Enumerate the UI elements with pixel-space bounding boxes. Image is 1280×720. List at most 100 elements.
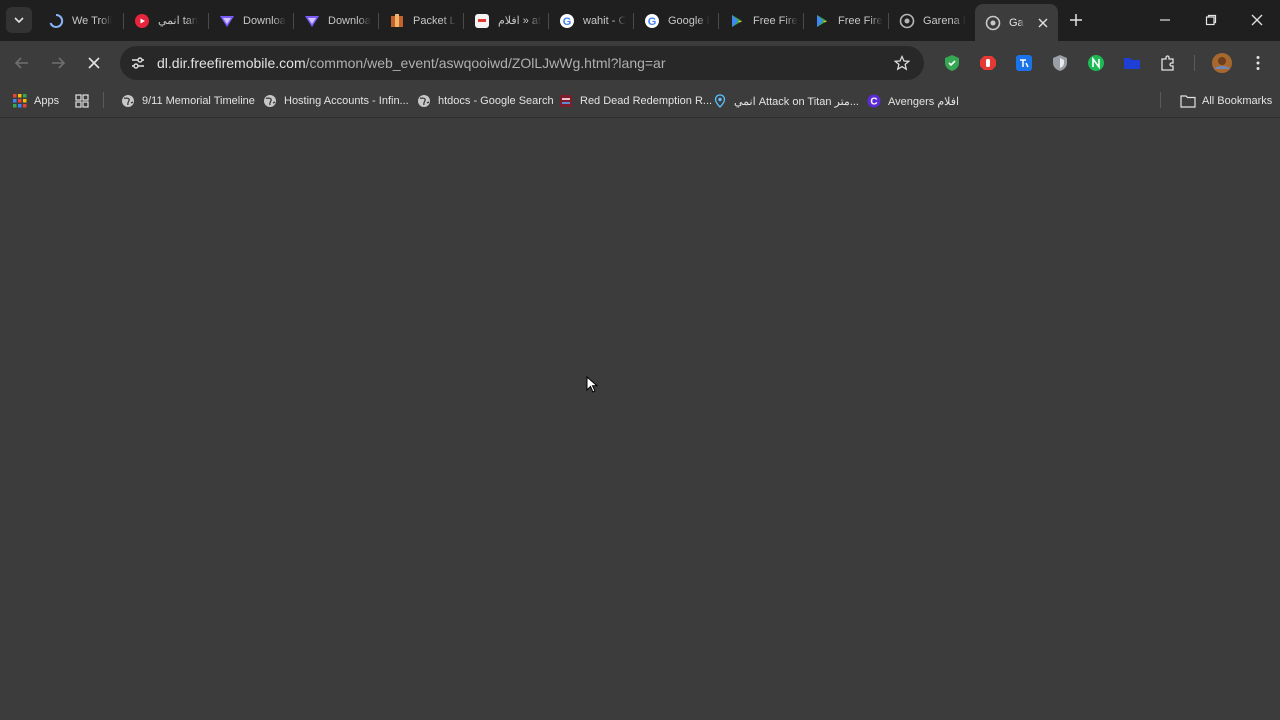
tab-search-button[interactable]	[6, 7, 32, 33]
tab-title: Free Fire	[753, 14, 798, 27]
google-play-icon	[729, 13, 745, 29]
bookmark-star-button[interactable]	[892, 53, 912, 73]
tab-youtube[interactable]: انمي tan	[124, 4, 208, 37]
apps-grid-icon	[12, 93, 28, 109]
tab-packet[interactable]: Packet L	[379, 4, 463, 37]
stop-hand-icon	[980, 56, 996, 70]
browser-menu-button[interactable]	[1248, 53, 1268, 73]
close-icon	[88, 57, 100, 69]
tab-title: افلام » at	[498, 15, 542, 27]
loading-spinner-icon	[48, 13, 64, 29]
url-domain: dl.dir.freefiremobile.com	[157, 55, 306, 71]
svg-text:C: C	[870, 97, 877, 108]
bookmark-label: Hosting Accounts - Infin...	[284, 95, 409, 107]
bookmark-item[interactable]: Red Dead Redemption R...	[558, 92, 712, 110]
chevron-down-icon	[14, 17, 24, 24]
bookmark-label: Red Dead Redemption R...	[580, 95, 713, 107]
extensions-menu-button[interactable]	[1158, 53, 1178, 73]
tab-free-fire-2[interactable]: Free Fire	[804, 4, 888, 37]
all-bookmarks-button[interactable]: All Bookmarks	[1180, 92, 1272, 110]
back-button[interactable]	[10, 51, 34, 75]
bookmark-item[interactable]: htdocs - Google Search	[416, 92, 554, 110]
tab-google[interactable]: G Google I	[634, 4, 718, 37]
restore-icon	[1205, 14, 1217, 26]
tab-title: انمي tan	[158, 15, 199, 27]
google-icon: G	[559, 13, 575, 29]
toolbar-divider	[1194, 55, 1195, 71]
bookmark-label: All Bookmarks	[1202, 95, 1273, 107]
tab-wahit[interactable]: G wahit - C	[549, 4, 633, 37]
bookmark-apps[interactable]: Apps	[12, 92, 59, 110]
arrow-left-icon	[14, 57, 28, 69]
tune-icon	[132, 57, 144, 69]
site-icon	[474, 13, 490, 29]
new-tab-button[interactable]	[1066, 10, 1086, 30]
garena-icon	[985, 15, 1001, 31]
more-vertical-icon	[1256, 56, 1260, 70]
bookmark-item[interactable]: انمي Attack on Titan متر...	[712, 92, 859, 110]
close-icon	[1038, 18, 1048, 27]
tab-garena-active[interactable]: Gar	[975, 4, 1058, 41]
tab-we-troll[interactable]: We Troll	[38, 4, 122, 37]
shield-icon	[1053, 55, 1067, 71]
globe-icon	[262, 93, 278, 109]
tab-download-2[interactable]: Downloa	[294, 4, 378, 37]
c-logo-icon: C	[866, 93, 882, 109]
minimize-button[interactable]	[1153, 8, 1177, 32]
extension-blue-puzzle[interactable]	[1014, 53, 1034, 73]
extension-shield-grey[interactable]	[1050, 53, 1070, 73]
close-icon	[1251, 14, 1263, 26]
bookmark-label: Avengers افلام	[888, 95, 960, 108]
proton-vpn-icon	[219, 13, 235, 29]
bookmark-item[interactable]: 9/11 Memorial Timeline	[120, 92, 255, 110]
tab-download-1[interactable]: Downloa	[209, 4, 293, 37]
extension-green-n[interactable]	[1086, 53, 1106, 73]
mouse-cursor	[586, 375, 599, 399]
tab-close-button[interactable]	[1038, 18, 1048, 28]
svg-text:G: G	[563, 16, 572, 28]
tab-free-fire-1[interactable]: Free Fire	[719, 4, 803, 37]
profile-avatar-button[interactable]	[1211, 52, 1233, 74]
grid-icon	[74, 93, 90, 109]
tab-title: Packet L	[413, 14, 456, 27]
google-play-icon	[814, 13, 830, 29]
bookmark-label: انمي Attack on Titan متر...	[734, 95, 859, 108]
youtube-icon	[134, 13, 150, 29]
shield-check-icon	[945, 55, 959, 71]
toolbar: dl.dir.freefiremobile.com/common/web_eve…	[0, 41, 1280, 85]
page-viewport[interactable]	[0, 118, 1280, 720]
bookmark-label: Apps	[34, 95, 60, 107]
tab-aflam[interactable]: افلام » at	[464, 4, 548, 37]
tab-title: wahit - C	[583, 14, 627, 27]
globe-icon	[120, 93, 136, 109]
green-n-icon	[1088, 55, 1104, 71]
bookmarks-divider	[103, 92, 104, 108]
rdr-icon	[558, 93, 574, 109]
site-info-button[interactable]	[126, 51, 150, 75]
tab-garena-1[interactable]: Garena I	[889, 4, 973, 37]
tab-title: Garena I	[923, 14, 966, 27]
bookmark-label: htdocs - Google Search	[438, 95, 554, 107]
folder-icon	[1124, 58, 1140, 69]
close-window-button[interactable]	[1245, 8, 1269, 32]
tab-title: Downloa	[243, 14, 286, 27]
address-bar[interactable]: dl.dir.freefiremobile.com/common/web_eve…	[120, 46, 924, 80]
extension-hand-stop[interactable]	[978, 53, 998, 73]
globe-icon	[416, 93, 432, 109]
extension-shield-check[interactable]	[942, 53, 962, 73]
url-text: dl.dir.freefiremobile.com/common/web_eve…	[157, 55, 666, 71]
forward-button[interactable]	[46, 51, 70, 75]
tab-title: Google I	[668, 14, 710, 27]
plus-icon	[1070, 14, 1082, 26]
garena-icon	[899, 13, 915, 29]
proton-vpn-icon	[304, 13, 320, 29]
folder-icon	[1180, 93, 1196, 109]
tab-groups-button[interactable]	[74, 92, 96, 110]
restore-button[interactable]	[1199, 8, 1223, 32]
bookmarks-divider	[1160, 92, 1161, 108]
bookmark-item[interactable]: C Avengers افلام	[866, 92, 959, 110]
stop-loading-button[interactable]	[82, 51, 106, 75]
svg-text:G: G	[648, 16, 657, 28]
bookmark-item[interactable]: Hosting Accounts - Infin...	[262, 92, 409, 110]
extension-blue-folder[interactable]	[1122, 53, 1142, 73]
